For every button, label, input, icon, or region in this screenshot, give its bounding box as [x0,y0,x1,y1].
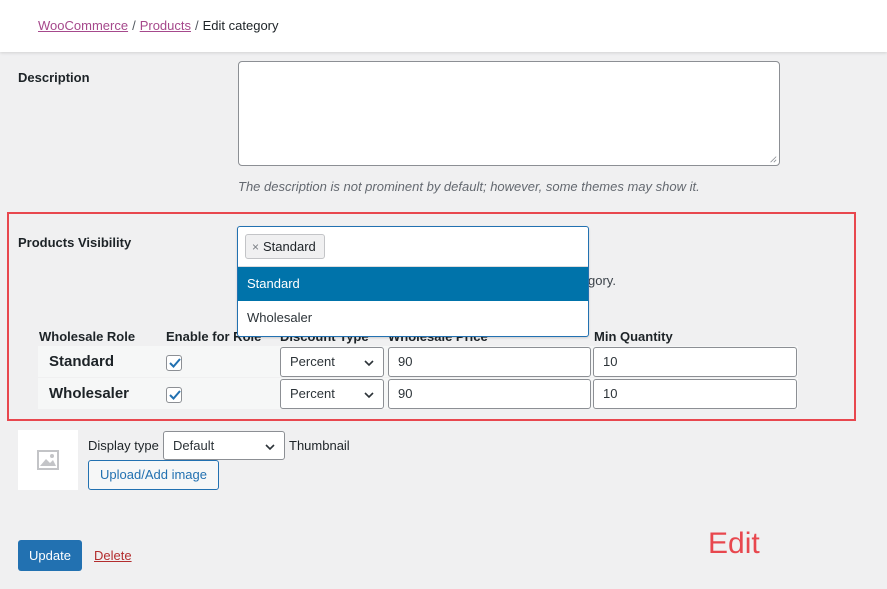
chevron-down-icon [265,444,275,451]
breadcrumb-woocommerce-link[interactable]: WooCommerce [38,18,128,33]
products-visibility-label: Products Visibility [18,235,132,250]
thumbnail-label: Thumbnail [289,438,350,453]
header-min-quantity: Min Quantity [594,329,673,344]
update-button[interactable]: Update [18,540,82,571]
visibility-description: gory. [588,273,616,288]
description-textarea[interactable] [238,61,780,166]
checkmark-icon [169,358,181,368]
discount-type-value: Percent [290,386,335,401]
breadcrumb: WooCommerce / Products / Edit category [38,18,279,33]
breadcrumb-current: Edit category [202,18,279,33]
description-hint: The description is not prominent by defa… [238,179,700,194]
option-standard[interactable]: Standard [238,267,588,301]
edit-annotation: Edit [708,527,760,560]
display-type-label: Display type [88,438,159,453]
min-quantity-input[interactable]: 10 [593,347,797,377]
discount-type-select[interactable]: Percent [280,379,384,409]
select-search-area[interactable]: × Standard [238,227,588,267]
upload-image-button[interactable]: Upload/Add image [88,460,219,490]
option-wholesaler[interactable]: Wholesaler [238,301,588,335]
chevron-down-icon [364,360,374,367]
products-visibility-select[interactable]: × Standard Standard Wholesaler [237,226,589,337]
chip-label: Standard [263,239,316,254]
display-type-select[interactable]: Default [163,431,285,460]
wholesale-price-input[interactable]: 90 [388,347,591,377]
discount-type-value: Percent [290,354,335,369]
display-type-value: Default [173,438,215,453]
role-name: Wholesaler [49,385,130,402]
checkmark-icon [169,390,181,400]
chip-remove-icon[interactable]: × [252,240,259,254]
min-quantity-input[interactable]: 10 [593,379,797,409]
discount-type-select[interactable]: Percent [280,347,384,377]
breadcrumb-separator: / [132,18,136,33]
wholesale-price-input[interactable]: 90 [388,379,591,409]
header-wholesale-role: Wholesale Role [39,329,136,344]
breadcrumb-separator: / [195,18,199,33]
role-name: Standard [49,353,115,370]
image-placeholder-icon [37,450,59,470]
delete-link[interactable]: Delete [94,548,132,563]
description-label: Description [18,70,90,85]
resize-grip-icon[interactable] [769,155,777,163]
enable-role-checkbox[interactable] [166,387,182,403]
enable-role-checkbox[interactable] [166,355,182,371]
breadcrumb-products-link[interactable]: Products [140,18,191,33]
selected-chip-standard[interactable]: × Standard [245,234,325,259]
thumbnail-preview [18,430,78,490]
chevron-down-icon [364,392,374,399]
top-bar: WooCommerce / Products / Edit category [0,0,887,52]
